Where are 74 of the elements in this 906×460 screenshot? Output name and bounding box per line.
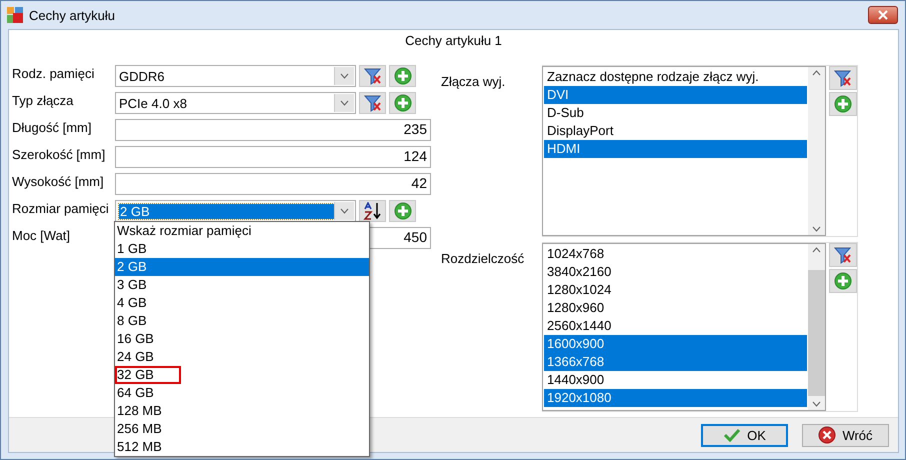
field-label: Rozmiar pamięci xyxy=(12,200,110,216)
dropdown-item[interactable]: 3 GB xyxy=(115,276,369,294)
close-button[interactable] xyxy=(868,6,898,24)
field-label: Długość [mm] xyxy=(12,119,92,135)
chevron-down-icon xyxy=(340,73,349,79)
list-item[interactable]: Zaznacz dostępne rodzaje złącz wyj. xyxy=(544,68,807,86)
app-icon xyxy=(7,7,23,23)
chevron-down-icon[interactable] xyxy=(812,401,821,407)
scrollbar[interactable] xyxy=(808,244,825,410)
add-icon xyxy=(394,67,412,85)
dropdown-item[interactable]: 64 GB xyxy=(115,384,369,402)
combo-box[interactable]: 2 GB xyxy=(115,200,356,222)
number-field[interactable]: 235 xyxy=(115,119,431,141)
add-icon xyxy=(394,94,412,112)
cancel-icon xyxy=(818,426,836,444)
list-item[interactable]: 1280x960 xyxy=(544,299,807,317)
dropdown-item[interactable]: 8 GB xyxy=(115,312,369,330)
number-field[interactable]: 124 xyxy=(115,146,431,168)
filter-clear-icon xyxy=(364,67,382,85)
field-label: Rozdzielczość xyxy=(441,250,526,268)
dropdown-item[interactable]: 32 GB xyxy=(115,366,181,384)
list-item[interactable]: 1440x900 xyxy=(544,371,807,389)
list-item[interactable]: 1280x1024 xyxy=(544,281,807,299)
filter-clear-icon xyxy=(834,246,852,264)
dropdown-item[interactable]: 256 MB xyxy=(115,420,369,438)
list-item[interactable]: HDMI xyxy=(544,140,807,158)
chevron-down-icon[interactable] xyxy=(812,226,821,232)
dropdown-item[interactable]: 2 GB xyxy=(115,258,369,276)
ok-button[interactable]: OK xyxy=(701,424,788,446)
list-item[interactable]: 1366x768 xyxy=(544,353,807,371)
list-item[interactable]: D-Sub xyxy=(544,104,807,122)
dropdown-item[interactable]: 1 GB xyxy=(115,240,369,258)
chevron-up-icon[interactable] xyxy=(812,247,821,253)
chevron-down-icon xyxy=(340,100,349,106)
dropdown-item[interactable]: 24 GB xyxy=(115,348,369,366)
dropdown-item[interactable]: 128 MB xyxy=(115,402,369,420)
list-item[interactable]: 3840x2160 xyxy=(544,263,807,281)
list-item[interactable]: DisplayPort xyxy=(544,122,807,140)
field-label: Rodz. pamięci xyxy=(12,65,96,81)
close-icon xyxy=(877,10,889,20)
field-label: Moc [Wat] xyxy=(12,227,72,243)
list-item[interactable]: 1600x900 xyxy=(544,335,807,353)
list-item[interactable]: 1024x768 xyxy=(544,245,807,263)
back-button[interactable]: Wróć xyxy=(802,424,889,446)
field-label: Szerokość [mm] xyxy=(12,146,106,162)
filter-clear-icon xyxy=(834,69,852,87)
check-icon xyxy=(723,428,742,442)
combo-box[interactable]: GDDR6 xyxy=(115,65,356,87)
dropdown-item[interactable]: Wskaż rozmiar pamięci xyxy=(115,222,369,240)
dropdown-item[interactable]: 4 GB xyxy=(115,294,369,312)
window-title: Cechy artykułu xyxy=(29,8,116,22)
dropdown-item[interactable]: 512 MB xyxy=(115,438,369,456)
list-box[interactable]: Zaznacz dostępne rodzaje złącz wyj. DVI D-Sub DisplayPort HDMI xyxy=(542,66,826,236)
list-item[interactable]: DVI xyxy=(544,86,807,104)
dropdown-list[interactable]: Wskaż rozmiar pamięci 1 GB 2 GB 3 GB 4 GB 8 GB 16 GB 24 GB 32 GB 64 GB 128 MB 256 MB 512 MB xyxy=(114,221,370,457)
chevron-up-icon[interactable] xyxy=(812,70,821,76)
add-icon xyxy=(394,202,412,220)
add-icon xyxy=(834,95,852,113)
dialog-heading: Cechy artykułu 1 xyxy=(404,32,503,50)
field-label: Wysokość [mm] xyxy=(12,173,105,189)
list-item[interactable]: 2560x1440 xyxy=(544,317,807,335)
list-item[interactable]: 1920x1080 xyxy=(544,389,807,407)
combo-box[interactable]: PCIe 4.0 x8 xyxy=(115,92,356,114)
number-field[interactable]: 42 xyxy=(115,173,431,195)
add-icon xyxy=(834,272,852,290)
filter-clear-icon xyxy=(364,94,382,112)
chevron-down-icon xyxy=(340,208,349,214)
tool-button[interactable] xyxy=(359,200,386,222)
sort-icon xyxy=(362,202,382,220)
dropdown-item[interactable]: 16 GB xyxy=(115,330,369,348)
field-label: Typ złącza xyxy=(12,92,74,108)
list-box[interactable]: 1024x768 3840x2160 1280x1024 1280x960 2560x1440 1600x900 1366x768 1440x900 1920x1080 xyxy=(542,243,826,411)
field-label: Złącza wyj. xyxy=(441,73,506,91)
scrollbar[interactable] xyxy=(808,67,825,235)
